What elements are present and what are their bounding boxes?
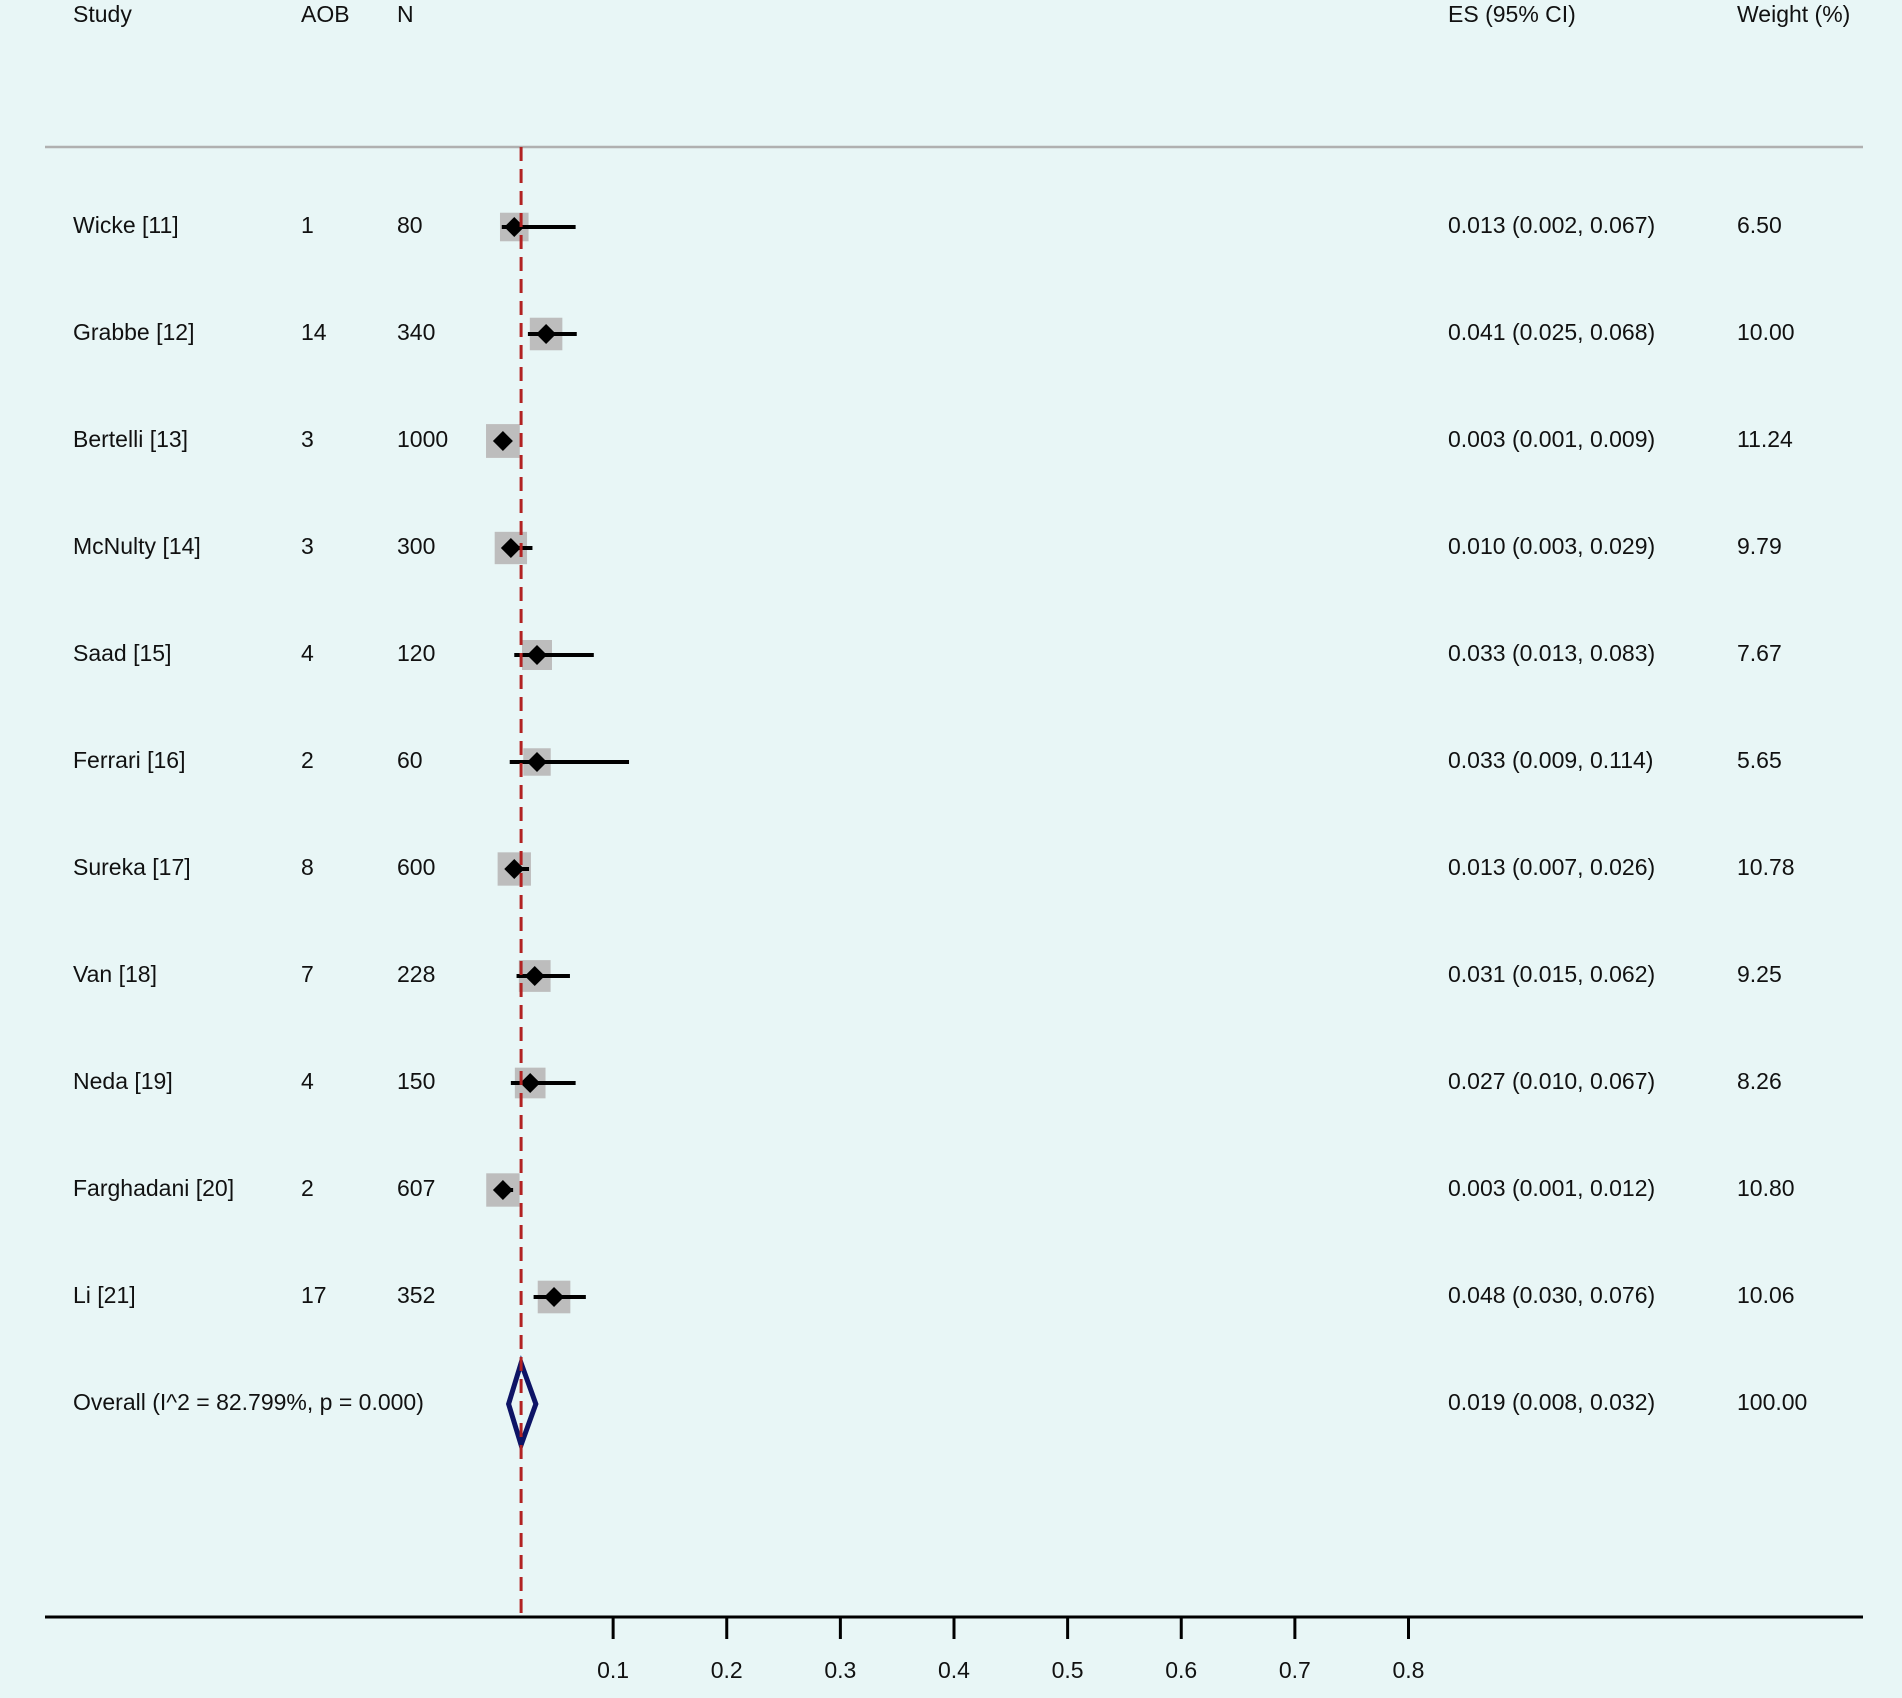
header-n: N xyxy=(397,1,414,27)
aob-value: 14 xyxy=(301,319,327,345)
es-ci-value: 0.013 (0.007, 0.026) xyxy=(1448,854,1655,880)
study-name: Bertelli [13] xyxy=(73,426,188,452)
plot-background xyxy=(0,0,1902,1698)
es-ci-value: 0.048 (0.030, 0.076) xyxy=(1448,1282,1655,1308)
study-name: Farghadani [20] xyxy=(73,1175,234,1201)
aob-value: 3 xyxy=(301,533,314,559)
n-value: 600 xyxy=(397,854,435,880)
aob-value: 4 xyxy=(301,640,314,666)
aob-value: 2 xyxy=(301,1175,314,1201)
forest-plot: Study AOB N ES (95% CI) Weight (%) Wicke… xyxy=(0,0,1902,1698)
study-name: McNulty [14] xyxy=(73,533,201,559)
aob-value: 2 xyxy=(301,747,314,773)
weight-value: 9.25 xyxy=(1737,961,1782,987)
es-ci-value: 0.033 (0.013, 0.083) xyxy=(1448,640,1655,666)
weight-value: 8.26 xyxy=(1737,1068,1782,1094)
x-tick-label: 0.1 xyxy=(597,1657,629,1683)
study-name: Wicke [11] xyxy=(73,212,179,238)
n-value: 300 xyxy=(397,533,435,559)
header-aob: AOB xyxy=(301,1,350,27)
aob-value: 4 xyxy=(301,1068,314,1094)
weight-value: 10.00 xyxy=(1737,319,1795,345)
aob-value: 1 xyxy=(301,212,314,238)
x-tick-label: 0.2 xyxy=(711,1657,743,1683)
overall-weight: 100.00 xyxy=(1737,1389,1807,1415)
overall-es-ci: 0.019 (0.008, 0.032) xyxy=(1448,1389,1655,1415)
x-tick-label: 0.7 xyxy=(1279,1657,1311,1683)
x-tick-label: 0.4 xyxy=(938,1657,970,1683)
n-value: 150 xyxy=(397,1068,435,1094)
weight-value: 10.80 xyxy=(1737,1175,1795,1201)
es-ci-value: 0.027 (0.010, 0.067) xyxy=(1448,1068,1655,1094)
n-value: 352 xyxy=(397,1282,435,1308)
aob-value: 8 xyxy=(301,854,314,880)
study-name: Grabbe [12] xyxy=(73,319,194,345)
weight-value: 7.67 xyxy=(1737,640,1782,666)
overall-label: Overall (I^2 = 82.799%, p = 0.000) xyxy=(73,1389,424,1415)
n-value: 80 xyxy=(397,212,423,238)
x-tick-label: 0.6 xyxy=(1165,1657,1197,1683)
study-name: Saad [15] xyxy=(73,640,171,666)
n-value: 228 xyxy=(397,961,435,987)
es-ci-value: 0.013 (0.002, 0.067) xyxy=(1448,212,1655,238)
n-value: 120 xyxy=(397,640,435,666)
study-name: Sureka [17] xyxy=(73,854,191,880)
es-ci-value: 0.031 (0.015, 0.062) xyxy=(1448,961,1655,987)
es-ci-value: 0.010 (0.003, 0.029) xyxy=(1448,533,1655,559)
study-name: Van [18] xyxy=(73,961,157,987)
study-name: Li [21] xyxy=(73,1282,136,1308)
es-ci-value: 0.003 (0.001, 0.009) xyxy=(1448,426,1655,452)
weight-value: 10.78 xyxy=(1737,854,1795,880)
aob-value: 3 xyxy=(301,426,314,452)
aob-value: 17 xyxy=(301,1282,327,1308)
n-value: 1000 xyxy=(397,426,448,452)
header-study: Study xyxy=(73,1,132,27)
es-ci-value: 0.041 (0.025, 0.068) xyxy=(1448,319,1655,345)
es-ci-value: 0.003 (0.001, 0.012) xyxy=(1448,1175,1655,1201)
weight-value: 11.24 xyxy=(1737,426,1793,452)
aob-value: 7 xyxy=(301,961,314,987)
header-es-ci: ES (95% CI) xyxy=(1448,1,1576,27)
weight-value: 6.50 xyxy=(1737,212,1782,238)
x-tick-label: 0.8 xyxy=(1393,1657,1425,1683)
es-ci-value: 0.033 (0.009, 0.114) xyxy=(1448,747,1653,773)
weight-value: 9.79 xyxy=(1737,533,1782,559)
x-tick-label: 0.5 xyxy=(1052,1657,1084,1683)
n-value: 60 xyxy=(397,747,423,773)
n-value: 340 xyxy=(397,319,435,345)
n-value: 607 xyxy=(397,1175,435,1201)
weight-value: 10.06 xyxy=(1737,1282,1795,1308)
study-name: Neda [19] xyxy=(73,1068,173,1094)
header-weight: Weight (%) xyxy=(1737,1,1850,27)
weight-value: 5.65 xyxy=(1737,747,1782,773)
x-tick-label: 0.3 xyxy=(824,1657,856,1683)
study-name: Ferrari [16] xyxy=(73,747,185,773)
